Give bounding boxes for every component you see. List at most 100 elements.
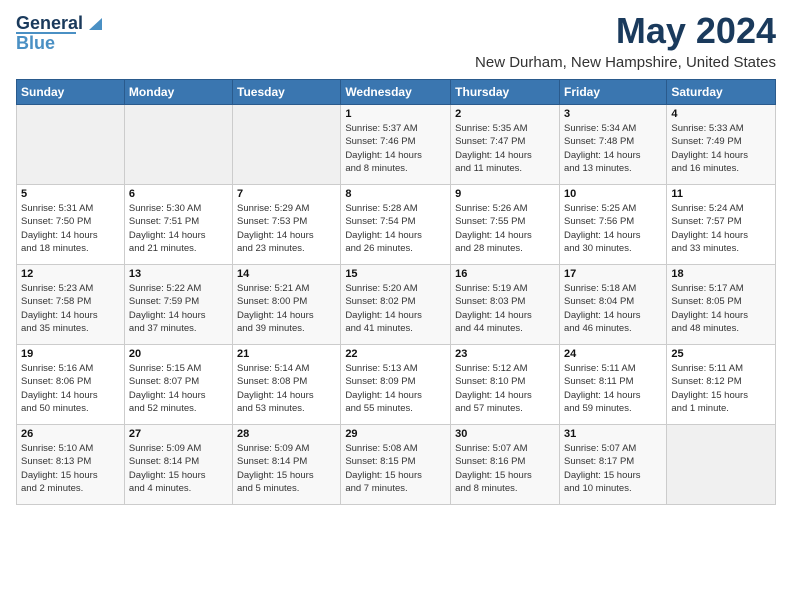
- calendar-cell: 4 Sunrise: 5:33 AMSunset: 7:49 PMDaylight…: [667, 105, 776, 185]
- calendar-week-5: 26Sunrise: 5:10 AMSunset: 8:13 PMDayligh…: [17, 425, 776, 505]
- day-detail: Sunrise: 5:07 AMSunset: 8:16 PMDaylight:…: [455, 442, 555, 495]
- calendar-cell: 3 Sunrise: 5:34 AMSunset: 7:48 PMDaylight…: [559, 105, 666, 185]
- day-number: 30: [455, 428, 555, 440]
- calendar-cell: 29 Sunrise: 5:08 AMSunset: 8:15 PMDayligh…: [341, 425, 451, 505]
- day-number: 4: [671, 108, 771, 120]
- days-header-row: Sunday Monday Tuesday Wednesday Thursday…: [17, 80, 776, 105]
- day-detail: Sunrise: 5:07 AMSunset: 8:17 PMDaylight:…: [564, 442, 662, 495]
- day-number: 25: [671, 348, 771, 360]
- calendar-cell: 6 Sunrise: 5:30 AMSunset: 7:51 PMDaylight…: [124, 185, 232, 265]
- header-sunday: Sunday: [17, 80, 125, 105]
- calendar-cell: 16 Sunrise: 5:19 AMSunset: 8:03 PMDayligh…: [451, 265, 560, 345]
- day-detail: Sunrise: 5:14 AMSunset: 8:08 PMDaylight:…: [237, 362, 336, 415]
- day-detail: Sunrise: 5:26 AMSunset: 7:55 PMDaylight:…: [455, 202, 555, 255]
- day-detail: Sunrise: 5:23 AMSunset: 7:58 PMDaylight:…: [21, 282, 120, 335]
- day-number: 22: [345, 348, 446, 360]
- day-number: 17: [564, 268, 662, 280]
- calendar-cell: 31 Sunrise: 5:07 AMSunset: 8:17 PMDayligh…: [559, 425, 666, 505]
- page-title: May 2024: [475, 10, 776, 52]
- calendar-week-4: 19 Sunrise: 5:16 AMSunset: 8:06 PMDayligh…: [17, 345, 776, 425]
- day-detail: Sunrise: 5:28 AMSunset: 7:54 PMDaylight:…: [345, 202, 446, 255]
- day-number: 9: [455, 188, 555, 200]
- day-number: 24: [564, 348, 662, 360]
- day-detail: Sunrise: 5:24 AMSunset: 7:57 PMDaylight:…: [671, 202, 771, 255]
- day-detail: Sunrise: 5:09 AMSunset: 8:14 PMDaylight:…: [237, 442, 336, 495]
- day-number: 6: [129, 188, 228, 200]
- calendar-cell: [17, 105, 125, 185]
- day-number: 15: [345, 268, 446, 280]
- day-detail: Sunrise: 5:21 AMSunset: 8:00 PMDaylight:…: [237, 282, 336, 335]
- calendar-cell: 11 Sunrise: 5:24 AMSunset: 7:57 PMDayligh…: [667, 185, 776, 265]
- logo: General Blue: [16, 14, 102, 54]
- calendar-cell: 7Sunrise: 5:29 AMSunset: 7:53 PMDaylight…: [233, 185, 341, 265]
- calendar-page: General Blue May 2024 New Durham, New Ha…: [0, 0, 792, 515]
- calendar-cell: 17Sunrise: 5:18 AMSunset: 8:04 PMDayligh…: [559, 265, 666, 345]
- header-monday: Monday: [124, 80, 232, 105]
- day-detail: Sunrise: 5:37 AMSunset: 7:46 PMDaylight:…: [345, 122, 446, 175]
- calendar-week-2: 5Sunrise: 5:31 AMSunset: 7:50 PMDaylight…: [17, 185, 776, 265]
- calendar-cell: 20 Sunrise: 5:15 AMSunset: 8:07 PMDayligh…: [124, 345, 232, 425]
- day-detail: Sunrise: 5:22 AMSunset: 7:59 PMDaylight:…: [129, 282, 228, 335]
- calendar-cell: 27Sunrise: 5:09 AMSunset: 8:14 PMDayligh…: [124, 425, 232, 505]
- day-detail: Sunrise: 5:11 AMSunset: 8:12 PMDaylight:…: [671, 362, 771, 415]
- day-number: 19: [21, 348, 120, 360]
- calendar-week-1: 1 Sunrise: 5:37 AMSunset: 7:46 PMDaylight…: [17, 105, 776, 185]
- day-detail: Sunrise: 5:09 AMSunset: 8:14 PMDaylight:…: [129, 442, 228, 495]
- day-detail: Sunrise: 5:13 AMSunset: 8:09 PMDaylight:…: [345, 362, 446, 415]
- calendar-cell: [667, 425, 776, 505]
- header-thursday: Thursday: [451, 80, 560, 105]
- calendar-cell: 13Sunrise: 5:22 AMSunset: 7:59 PMDayligh…: [124, 265, 232, 345]
- day-number: 1: [345, 108, 446, 120]
- day-detail: Sunrise: 5:10 AMSunset: 8:13 PMDaylight:…: [21, 442, 120, 495]
- day-number: 14: [237, 268, 336, 280]
- header-saturday: Saturday: [667, 80, 776, 105]
- calendar-table: Sunday Monday Tuesday Wednesday Thursday…: [16, 79, 776, 505]
- logo-icon: [84, 14, 102, 32]
- day-detail: Sunrise: 5:16 AMSunset: 8:06 PMDaylight:…: [21, 362, 120, 415]
- calendar-cell: 25 Sunrise: 5:11 AMSunset: 8:12 PMDayligh…: [667, 345, 776, 425]
- day-number: 3: [564, 108, 662, 120]
- day-detail: Sunrise: 5:12 AMSunset: 8:10 PMDaylight:…: [455, 362, 555, 415]
- header: General Blue May 2024 New Durham, New Ha…: [16, 10, 776, 71]
- day-detail: Sunrise: 5:08 AMSunset: 8:15 PMDaylight:…: [345, 442, 446, 495]
- logo-text-blue: Blue: [16, 34, 55, 54]
- calendar-cell: 30 Sunrise: 5:07 AMSunset: 8:16 PMDayligh…: [451, 425, 560, 505]
- day-number: 31: [564, 428, 662, 440]
- day-number: 5: [21, 188, 120, 200]
- calendar-cell: 8Sunrise: 5:28 AMSunset: 7:54 PMDaylight…: [341, 185, 451, 265]
- day-detail: Sunrise: 5:30 AMSunset: 7:51 PMDaylight:…: [129, 202, 228, 255]
- day-detail: Sunrise: 5:33 AMSunset: 7:49 PMDaylight:…: [671, 122, 771, 175]
- day-number: 11: [671, 188, 771, 200]
- day-number: 2: [455, 108, 555, 120]
- calendar-cell: [233, 105, 341, 185]
- calendar-cell: 26Sunrise: 5:10 AMSunset: 8:13 PMDayligh…: [17, 425, 125, 505]
- calendar-cell: 24Sunrise: 5:11 AMSunset: 8:11 PMDayligh…: [559, 345, 666, 425]
- calendar-cell: 9 Sunrise: 5:26 AMSunset: 7:55 PMDaylight…: [451, 185, 560, 265]
- calendar-cell: 2 Sunrise: 5:35 AMSunset: 7:47 PMDaylight…: [451, 105, 560, 185]
- day-number: 10: [564, 188, 662, 200]
- day-detail: Sunrise: 5:25 AMSunset: 7:56 PMDaylight:…: [564, 202, 662, 255]
- calendar-cell: 21Sunrise: 5:14 AMSunset: 8:08 PMDayligh…: [233, 345, 341, 425]
- day-detail: Sunrise: 5:34 AMSunset: 7:48 PMDaylight:…: [564, 122, 662, 175]
- day-detail: Sunrise: 5:35 AMSunset: 7:47 PMDaylight:…: [455, 122, 555, 175]
- day-number: 7: [237, 188, 336, 200]
- calendar-cell: 14 Sunrise: 5:21 AMSunset: 8:00 PMDayligh…: [233, 265, 341, 345]
- calendar-cell: 10 Sunrise: 5:25 AMSunset: 7:56 PMDayligh…: [559, 185, 666, 265]
- day-number: 18: [671, 268, 771, 280]
- calendar-cell: 22 Sunrise: 5:13 AMSunset: 8:09 PMDayligh…: [341, 345, 451, 425]
- day-detail: Sunrise: 5:17 AMSunset: 8:05 PMDaylight:…: [671, 282, 771, 335]
- calendar-week-3: 12Sunrise: 5:23 AMSunset: 7:58 PMDayligh…: [17, 265, 776, 345]
- location-subtitle: New Durham, New Hampshire, United States: [475, 54, 776, 71]
- day-detail: Sunrise: 5:19 AMSunset: 8:03 PMDaylight:…: [455, 282, 555, 335]
- calendar-cell: 1 Sunrise: 5:37 AMSunset: 7:46 PMDaylight…: [341, 105, 451, 185]
- title-block: May 2024 New Durham, New Hampshire, Unit…: [475, 10, 776, 71]
- day-detail: Sunrise: 5:15 AMSunset: 8:07 PMDaylight:…: [129, 362, 228, 415]
- day-number: 23: [455, 348, 555, 360]
- calendar-cell: 23 Sunrise: 5:12 AMSunset: 8:10 PMDayligh…: [451, 345, 560, 425]
- day-number: 29: [345, 428, 446, 440]
- calendar-header: Sunday Monday Tuesday Wednesday Thursday…: [17, 80, 776, 105]
- day-number: 20: [129, 348, 228, 360]
- calendar-cell: 28Sunrise: 5:09 AMSunset: 8:14 PMDayligh…: [233, 425, 341, 505]
- calendar-body: 1 Sunrise: 5:37 AMSunset: 7:46 PMDaylight…: [17, 105, 776, 505]
- day-number: 16: [455, 268, 555, 280]
